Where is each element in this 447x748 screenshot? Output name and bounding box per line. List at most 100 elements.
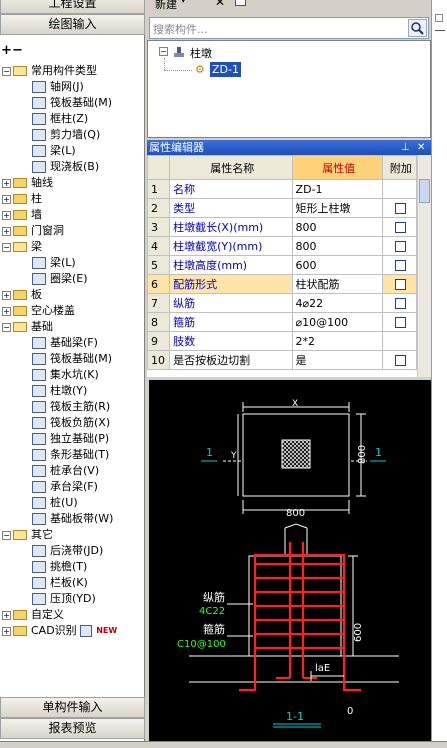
delete-icon[interactable]: ✕	[215, 0, 225, 9]
attach-checkbox[interactable]	[395, 203, 407, 214]
property-row[interactable]: 5 柱墩高度(mm) 600	[147, 255, 417, 275]
tree-category[interactable]: − 常用构件类型	[2, 63, 97, 79]
attach-cell[interactable]	[381, 331, 417, 351]
property-row[interactable]: 2 类型 矩形上柱墩	[147, 198, 417, 218]
tree-item[interactable]: 压顶(YD)	[32, 591, 96, 607]
tree-item[interactable]: 现浇板(B)	[32, 159, 99, 175]
remove-icon[interactable]: −	[12, 43, 23, 58]
expand-icon[interactable]: +	[2, 210, 11, 220]
tree-category[interactable]: + 门窗洞	[2, 223, 64, 239]
tree-category[interactable]: + 轴线	[2, 175, 53, 191]
attach-cell[interactable]	[381, 274, 417, 294]
tree-item[interactable]: 条形基础(T)	[32, 447, 109, 463]
property-value[interactable]: ZD-1	[291, 179, 383, 199]
attach-cell[interactable]	[381, 198, 417, 218]
property-row[interactable]: 4 柱墩截宽(Y)(mm) 800	[147, 236, 417, 256]
tree-item[interactable]: 栏板(K)	[32, 575, 88, 591]
property-row[interactable]: 3 柱墩截长(X)(mm) 800	[147, 217, 417, 237]
close-icon[interactable]: ✕	[417, 140, 425, 155]
window-control-icon[interactable]	[435, 14, 443, 22]
tree-category[interactable]: − 基础	[2, 319, 53, 335]
property-row[interactable]: 10 是否按板边切割是	[147, 350, 417, 370]
tree-item[interactable]: 梁(L)	[32, 255, 76, 271]
new-button[interactable]: 新建	[155, 0, 177, 12]
property-value[interactable]: ⌀10@100	[291, 312, 383, 332]
expand-icon[interactable]: +	[2, 194, 11, 204]
property-value[interactable]: 800	[291, 236, 383, 256]
attach-cell[interactable]	[381, 312, 417, 332]
project-settings-tab[interactable]: 工程设置	[0, 0, 145, 14]
attach-checkbox[interactable]	[395, 222, 407, 233]
tree-item[interactable]: 轴网(J)	[32, 79, 84, 95]
tree-item[interactable]: 基础板带(W)	[32, 511, 113, 527]
single-component-input-tab[interactable]: 单构件输入	[0, 697, 145, 718]
drawing-input-tab[interactable]: 绘图输入	[0, 14, 145, 35]
tree-item[interactable]: 筏板基础(M)	[32, 95, 112, 111]
tree-item[interactable]: 筏板基础(M)	[32, 351, 112, 367]
collapse-icon[interactable]: −	[2, 530, 11, 540]
expand-icon[interactable]: +	[2, 610, 11, 620]
tree-item[interactable]: 柱墩(Y)	[32, 383, 87, 399]
tree-item[interactable]: 桩承台(V)	[32, 463, 99, 479]
tree-item[interactable]: 剪力墙(Q)	[32, 127, 100, 143]
attach-checkbox[interactable]	[395, 279, 407, 290]
expand-icon[interactable]: +	[2, 290, 11, 300]
property-value[interactable]: 矩形上柱墩	[291, 198, 383, 218]
scrollbar-thumb[interactable]	[419, 179, 430, 203]
attach-checkbox[interactable]	[395, 317, 407, 328]
tree-item[interactable]: 筏板主筋(R)	[32, 399, 110, 415]
tree-item[interactable]: 集水坑(K)	[32, 367, 99, 383]
property-row[interactable]: 1 名称 ZD-1	[147, 179, 417, 199]
expand-icon[interactable]: +	[2, 626, 11, 636]
property-value[interactable]: 柱状配筋	[291, 274, 383, 294]
pin-icon[interactable]: ⊥	[401, 140, 410, 155]
add-icon[interactable]: +	[1, 43, 12, 58]
property-value[interactable]: 800	[291, 217, 383, 237]
search-icon[interactable]	[408, 19, 427, 37]
attach-checkbox[interactable]	[395, 355, 407, 366]
search-component-input[interactable]: 搜索构件...	[149, 17, 429, 39]
tree-item[interactable]: 桩(U)	[32, 495, 78, 511]
expand-icon[interactable]: +	[2, 226, 11, 236]
tree-category[interactable]: + 板	[2, 287, 42, 303]
copy-icon[interactable]	[235, 0, 246, 6]
attach-checkbox[interactable]	[395, 241, 407, 252]
collapse-icon[interactable]: −	[159, 47, 168, 56]
tree-root-label[interactable]: 柱墩	[190, 45, 212, 61]
tree-item[interactable]: 梁(L)	[32, 143, 76, 159]
expand-icon[interactable]: +	[2, 178, 11, 188]
property-row[interactable]: 9 肢数 2*2	[147, 331, 417, 351]
tree-category[interactable]: − 梁	[2, 239, 42, 255]
tree-category[interactable]: + 自定义	[2, 607, 64, 623]
attach-checkbox[interactable]	[395, 260, 407, 271]
collapse-icon[interactable]: −	[2, 66, 11, 76]
tree-item[interactable]: 基础梁(F)	[32, 335, 98, 351]
property-row[interactable]: 7 纵筋 4⌀22	[147, 293, 417, 313]
property-row[interactable]: 8 箍筋 ⌀10@100	[147, 312, 417, 332]
expand-icon[interactable]: +	[2, 306, 11, 316]
attach-cell[interactable]	[381, 255, 417, 275]
report-preview-tab[interactable]: 报表预览	[0, 718, 145, 739]
property-row[interactable]: 6 配筋形式 柱状配筋	[147, 274, 417, 294]
tree-category[interactable]: + 墙	[2, 207, 42, 223]
tree-item[interactable]: 圈梁(E)	[32, 271, 88, 287]
attach-cell[interactable]	[381, 217, 417, 237]
attach-cell[interactable]	[381, 179, 417, 199]
property-value[interactable]: 是	[291, 350, 383, 370]
tree-item[interactable]: 后浇带(JD)	[32, 543, 103, 559]
tree-item[interactable]: 独立基础(P)	[32, 431, 109, 447]
collapse-icon[interactable]: −	[2, 242, 11, 252]
tree-category[interactable]: + CAD识别 NEW	[2, 623, 117, 639]
dropdown-arrow-icon[interactable]: ▾	[181, 0, 186, 6]
attach-cell[interactable]	[381, 293, 417, 313]
property-value[interactable]: 600	[291, 255, 383, 275]
tree-item[interactable]: 框柱(Z)	[32, 111, 88, 127]
tree-category[interactable]: − 其它	[2, 527, 53, 543]
tree-item[interactable]: 挑檐(T)	[32, 559, 87, 575]
tree-category[interactable]: + 空心楼盖	[2, 303, 75, 319]
tree-item[interactable]: 承台梁(F)	[32, 479, 98, 495]
property-grid-scrollbar[interactable]	[417, 155, 431, 377]
property-value[interactable]: 4⌀22	[291, 293, 383, 313]
attach-cell[interactable]	[381, 350, 417, 370]
tree-item[interactable]: 筏板负筋(X)	[32, 415, 110, 431]
